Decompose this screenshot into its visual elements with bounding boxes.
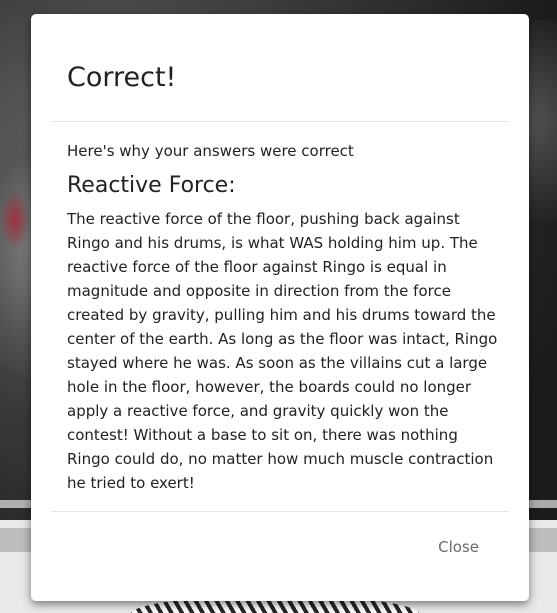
feedback-modal: Correct! Here's why your answers were co… [31, 14, 529, 601]
intro-text: Here's why your answers were correct [67, 142, 354, 160]
modal-body: Here's why your answers were correct Rea… [67, 141, 499, 495]
background-detail [0, 190, 30, 250]
modal-header: Correct! [51, 14, 509, 122]
explanation-text: The reactive force of the floor, pushing… [67, 210, 498, 492]
section-heading: Reactive Force: [67, 173, 236, 198]
modal-footer: Close [51, 511, 509, 601]
modal-title: Correct! [67, 62, 177, 93]
close-button[interactable]: Close [438, 538, 479, 556]
